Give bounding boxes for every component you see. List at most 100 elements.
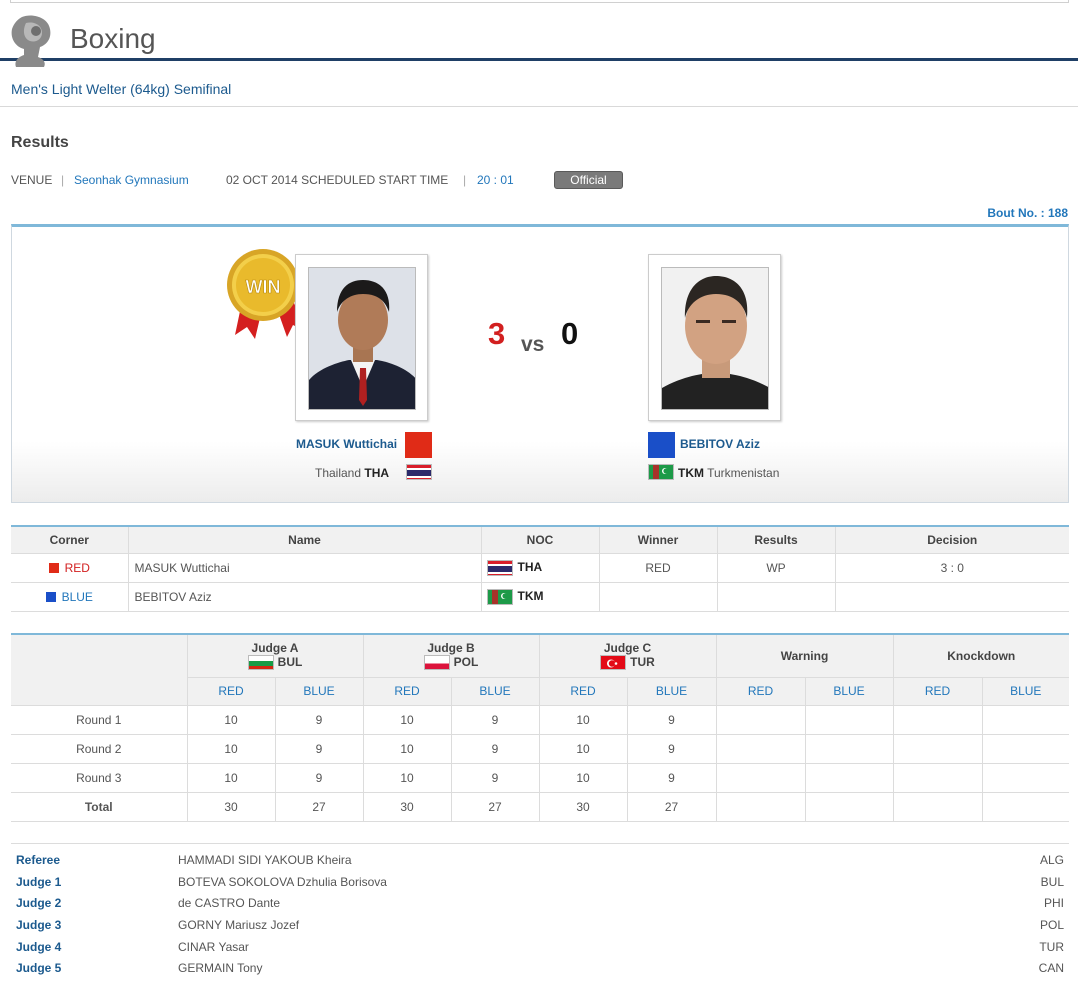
score-cell: 27 — [626, 791, 717, 822]
table-header-row: Corner Name NOC Winner Results Decision — [11, 526, 1069, 554]
table-row: Round 3 10 9 10 9 10 9 — [11, 762, 1069, 793]
blue-athlete-name[interactable]: BEBITOV Aziz — [680, 437, 760, 451]
red-athlete-name[interactable]: MASUK Wuttichai — [296, 437, 397, 451]
red-column-header: RED — [362, 677, 452, 706]
blue-athlete-country: TKM Turkmenistan — [678, 466, 779, 480]
event-title[interactable]: Men's Light Welter (64kg) Semifinal — [11, 81, 231, 97]
score-cell: 30 — [362, 791, 452, 822]
score-cell: 10 — [538, 733, 628, 764]
blue-corner-indicator — [648, 432, 675, 458]
blue-score: 0 — [561, 316, 579, 351]
blue-noc: TKM — [678, 466, 704, 480]
score-cell — [892, 791, 983, 822]
score-cell: 9 — [626, 704, 717, 735]
result-cell — [716, 581, 836, 612]
noc-label: THA — [517, 559, 543, 574]
score-cell: 10 — [186, 733, 276, 764]
decision-cell: 3 : 0 — [834, 552, 1069, 583]
start-time: 20 : 01 — [477, 173, 514, 187]
score-cell: 9 — [450, 733, 540, 764]
officials-list: Referee HAMMADI SIDI YAKOUB Kheira ALG Judg… — [11, 843, 1069, 976]
round-header — [11, 634, 188, 706]
score-cell: 9 — [450, 704, 540, 735]
column-header: Corner — [11, 526, 129, 554]
score-cell — [892, 733, 983, 764]
turkey-flag-icon — [600, 655, 627, 671]
noc-label: TKM — [517, 588, 544, 603]
vs-label: vs — [521, 333, 545, 356]
score-cell: 9 — [450, 762, 540, 793]
blue-athlete-photo — [661, 267, 769, 410]
thailand-flag-icon — [486, 559, 513, 576]
score-cell — [804, 791, 894, 822]
score-cell: 10 — [362, 733, 452, 764]
boxing-icon — [11, 15, 51, 67]
score-cell: 27 — [274, 791, 364, 822]
corner-label: RED — [64, 560, 90, 575]
judge-header-row: Judge A BUL Judge B POL Judge C TUR Warn… — [11, 634, 1069, 706]
status-badge: Official — [554, 171, 623, 189]
judge-noc: POL — [453, 655, 479, 670]
red-square-icon — [48, 562, 59, 573]
bout-summary-table: Corner Name NOC Winner Results Decision … — [11, 525, 1069, 612]
blue-athlete-photo-frame — [648, 254, 781, 421]
score-cell: 10 — [538, 762, 628, 793]
score-cell — [981, 733, 1069, 764]
knockdown-header: Knockdown — [892, 634, 1069, 678]
bout-number: Bout No. : 188 — [987, 206, 1068, 220]
column-header: Winner — [598, 526, 718, 554]
score-cell — [981, 791, 1069, 822]
official-row: Referee HAMMADI SIDI YAKOUB Kheira ALG — [11, 844, 1069, 867]
round-label: Round 2 — [11, 733, 188, 764]
noc-cell: TKM — [480, 581, 600, 612]
score-cell: 9 — [274, 704, 364, 735]
judge-label: Judge A — [251, 641, 299, 656]
name-cell: BEBITOV Aziz — [127, 581, 482, 612]
thailand-flag-icon — [406, 464, 432, 480]
judge-b-header: Judge B POL — [362, 634, 540, 678]
column-header: Results — [716, 526, 836, 554]
turkmenistan-flag-icon — [648, 464, 674, 480]
separator: | — [61, 173, 65, 187]
bout-panel — [11, 224, 1069, 503]
turkmenistan-flag-icon — [486, 588, 513, 605]
score-cell — [804, 733, 894, 764]
score-cell: 9 — [626, 762, 717, 793]
red-column-header: RED — [538, 677, 628, 706]
blue-column-header: BLUE — [804, 677, 894, 706]
official-row: Judge 3 GORNY Mariusz Jozef POL — [11, 909, 1069, 932]
judge-noc: TUR — [630, 655, 655, 670]
official-name: GERMAIN Tony — [178, 961, 263, 976]
divider — [0, 106, 1078, 107]
sport-header: Boxing — [0, 3, 1078, 67]
results-heading: Results — [11, 134, 69, 151]
separator: | — [463, 173, 467, 187]
score-cell — [715, 791, 806, 822]
venue-label: VENUE — [11, 173, 53, 187]
official-noc: CAN — [1038, 961, 1064, 976]
judge-noc: BUL — [277, 655, 303, 670]
round-label: Round 1 — [11, 704, 188, 735]
red-athlete-country: Thailand THA — [315, 466, 389, 480]
score-cell: 10 — [186, 762, 276, 793]
score-cell — [981, 704, 1069, 735]
red-athlete-photo-frame — [295, 254, 428, 421]
venue-link[interactable]: Seonhak Gymnasium — [74, 173, 189, 187]
red-column-header: RED — [715, 677, 806, 706]
corner-label: BLUE — [61, 589, 93, 604]
official-role[interactable]: Judge 5 — [16, 961, 61, 975]
score-cell: 10 — [538, 704, 628, 735]
score-cell: 9 — [626, 733, 717, 764]
table-row: RED MASUK Wuttichai THA RED WP 3 : 0 — [11, 552, 1069, 583]
winner-cell — [598, 581, 718, 612]
official-row: Judge 1 BOTEVA SOKOLOVA Dzhulia Borisova B… — [11, 866, 1069, 889]
blue-column-header: BLUE — [274, 677, 364, 706]
decision-cell — [834, 581, 1069, 612]
official-row: Judge 5 GERMAIN Tony CAN — [11, 952, 1069, 976]
score-cell — [892, 762, 983, 793]
score-cell: 9 — [274, 762, 364, 793]
red-country-name: Thailand — [315, 466, 362, 480]
round-label: Total — [11, 791, 188, 822]
score-cell — [715, 733, 806, 764]
blue-column-header: BLUE — [981, 677, 1069, 706]
